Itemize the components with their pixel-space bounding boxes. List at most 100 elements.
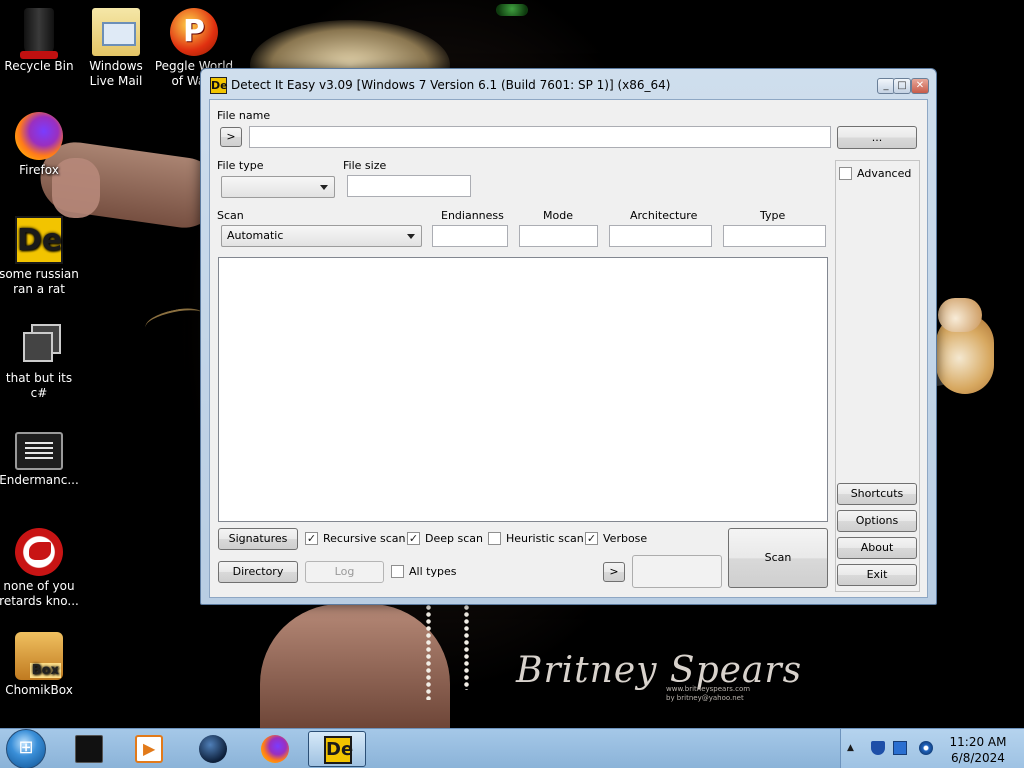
desktop-icon-label: Windows Live Mail (89, 59, 143, 88)
exit-button[interactable]: Exit (837, 564, 917, 586)
display-icon[interactable] (893, 741, 907, 755)
checkbox-box (391, 565, 404, 578)
checkbox-box: ✓ (407, 532, 420, 545)
desktop-icon-label: that but its c# (5, 371, 73, 400)
heuristic-scan-checkbox[interactable]: Heuristic scan (488, 532, 584, 546)
scan-label: Scan (217, 209, 244, 222)
about-button[interactable]: About (837, 537, 917, 559)
progress-area (632, 555, 722, 588)
checkbox-box: ✓ (305, 532, 318, 545)
network-icon[interactable] (919, 741, 933, 755)
advanced-label: Advanced (857, 167, 912, 180)
scan-button[interactable]: Scan (728, 528, 828, 588)
wallpaper-url-line: by britney@yahoo.net (666, 694, 744, 702)
checkbox-box: ✓ (585, 532, 598, 545)
file-name-input[interactable] (249, 126, 831, 148)
file-size-field[interactable] (347, 175, 471, 197)
desktop-icon-label: Firefox (19, 163, 59, 177)
advanced-checkbox[interactable]: Advanced (839, 167, 911, 181)
close-button[interactable]: ✕ (911, 78, 929, 94)
wallpaper-necklace (426, 604, 431, 700)
file-history-button[interactable]: > (220, 127, 242, 147)
desktop-icon-recycle-bin[interactable]: Recycle Bin (0, 8, 79, 74)
wallpaper-signature: Britney Spears (516, 650, 803, 691)
taskbar-item-media-player[interactable] (120, 731, 178, 767)
scan-results-pane[interactable] (218, 257, 828, 522)
wallpaper-necklace (464, 604, 469, 690)
deep-scan-label: Deep scan (425, 532, 483, 545)
taskbar-item-terminal[interactable] (60, 731, 118, 767)
type-field[interactable] (723, 225, 826, 247)
signatures-button[interactable]: Signatures (218, 528, 298, 550)
mode-field[interactable] (519, 225, 598, 247)
desktop-icon-windows-live-mail[interactable]: Windows Live Mail (76, 8, 156, 89)
type-label: Type (760, 209, 786, 222)
mode-label: Mode (543, 209, 573, 222)
log-button[interactable]: Log (305, 561, 384, 583)
title-bar[interactable]: De Detect It Easy v3.09 [Windows 7 Versi… (201, 69, 936, 99)
browse-button[interactable]: ... (837, 126, 917, 149)
options-button[interactable]: Options (837, 510, 917, 532)
security-shield-icon[interactable] (871, 741, 885, 755)
chomikbox-icon (15, 632, 63, 680)
peggle-icon (170, 8, 218, 56)
shortcuts-button[interactable]: Shortcuts (837, 483, 917, 505)
endianness-label: Endianness (441, 209, 504, 222)
desktop-icon-die-shortcut[interactable]: some russian ran a rat (0, 216, 79, 297)
system-tray: ▲ 11:20 AM 6/8/2024 (840, 729, 1024, 768)
file-name-label: File name (217, 109, 271, 122)
firefox-icon (261, 735, 289, 763)
taskbar: ▲ 11:20 AM 6/8/2024 (0, 728, 1024, 768)
clock-date: 6/8/2024 (951, 751, 1005, 765)
directory-button[interactable]: Directory (218, 561, 298, 583)
verbose-label: Verbose (603, 532, 648, 545)
window-client-area: File name > ... File type File size Adva… (209, 99, 928, 598)
mail-icon (92, 8, 140, 56)
recursive-scan-label: Recursive scan (323, 532, 406, 545)
chevron-down-icon (320, 185, 328, 190)
desktop-icon-csharp-folder[interactable]: that but its c# (0, 320, 79, 401)
taskbar-item-firefox[interactable] (246, 731, 304, 767)
die-app-icon: De (210, 77, 228, 94)
desktop-icon-label: some russian ran a rat (0, 267, 79, 296)
desktop-icon-label: Endermanc... (0, 473, 79, 487)
checkbox-box (839, 167, 852, 180)
deep-scan-checkbox[interactable]: ✓ Deep scan (407, 532, 483, 546)
architecture-field[interactable] (609, 225, 712, 247)
chevron-down-icon (407, 234, 415, 239)
die-icon (15, 216, 63, 264)
die-icon (324, 736, 352, 764)
scan-mode-dropdown[interactable]: Automatic (221, 225, 422, 247)
file-type-dropdown[interactable] (221, 176, 335, 198)
wallpaper-url: www.britneyspears.com by britney@yahoo.n… (666, 685, 750, 703)
wallpaper-url-line: www.britneyspears.com (666, 685, 751, 693)
desktop-icon-firefox[interactable]: Firefox (0, 112, 79, 178)
scan-mode-value: Automatic (227, 229, 284, 242)
window-title: Detect It Easy v3.09 [Windows 7 Version … (231, 78, 671, 92)
desktop-icon-label: none of you retards kno... (0, 579, 79, 608)
taskbar-item-globe[interactable] (184, 731, 242, 767)
desktop-icon-endermanch[interactable]: Endermanc... (0, 424, 79, 488)
desktop-icon-rat[interactable]: none of you retards kno... (0, 528, 79, 609)
top-indicator-icon (496, 4, 528, 16)
clock[interactable]: 11:20 AM 6/8/2024 (943, 734, 1013, 766)
endianness-field[interactable] (432, 225, 508, 247)
detect-it-easy-window: De Detect It Easy v3.09 [Windows 7 Versi… (200, 68, 937, 605)
next-button[interactable]: > (603, 562, 625, 582)
media-player-icon (135, 735, 163, 763)
file-size-label: File size (343, 159, 387, 172)
recursive-scan-checkbox[interactable]: ✓ Recursive scan (305, 532, 406, 546)
verbose-checkbox[interactable]: ✓ Verbose (585, 532, 647, 546)
terminal-icon (75, 735, 103, 763)
show-hidden-icons-button[interactable]: ▲ (847, 743, 854, 753)
all-types-checkbox[interactable]: All types (391, 565, 456, 579)
checkbox-box (488, 532, 501, 545)
wallpaper-shoulder (260, 604, 450, 728)
rat-icon (15, 528, 63, 576)
start-button[interactable] (6, 729, 46, 768)
maximize-button[interactable]: □ (893, 78, 911, 94)
desktop-icon-chomikbox[interactable]: ChomikBox (0, 632, 79, 698)
architecture-label: Architecture (630, 209, 698, 222)
taskbar-item-detect-it-easy[interactable] (308, 731, 366, 767)
desktop-icon-label: Recycle Bin (4, 59, 74, 73)
